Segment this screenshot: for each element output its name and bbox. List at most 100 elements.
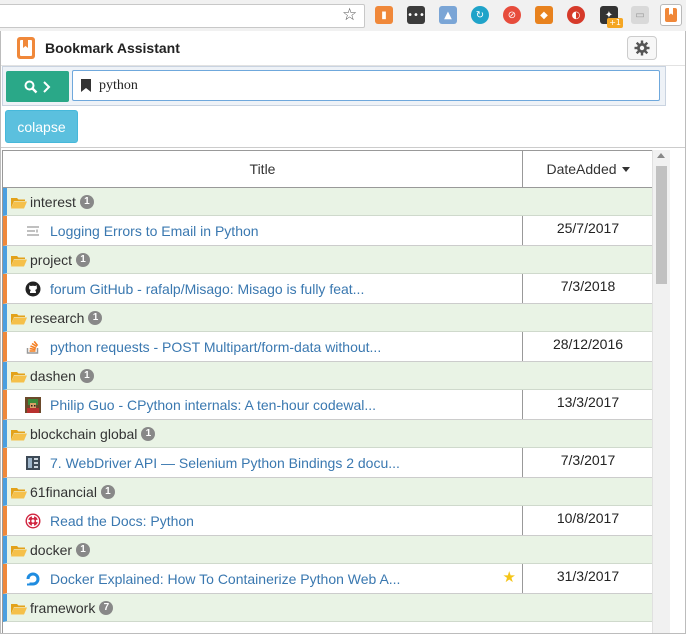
bookmark-assistant-active-icon[interactable] [660,4,682,26]
table-header: Title DateAdded [3,150,653,188]
folder-count-badge: 1 [141,426,156,441]
folder-count-badge: 1 [79,368,94,383]
bookmark-title-cell: 7. WebDriver API — Selenium Python Bindi… [7,448,523,477]
bookmark-date: 28/12/2016 [552,336,624,352]
bookmark-link[interactable]: forum GitHub - rafalp/Misago: Misago is … [50,281,364,297]
bookmark-date: 13/3/2017 [556,394,620,410]
folder-open-icon [11,486,27,498]
folder-name: dashen [30,367,76,384]
bookmark-link[interactable]: python requests - POST Multipart/form-da… [50,339,381,355]
folder-row[interactable]: dashen 1 [3,362,653,390]
bookmark-date: 7/3/2017 [560,452,616,468]
speed-extension-icon[interactable]: ◐ [567,6,585,24]
bookmark-title-cell: Logging Errors to Email in Python [7,216,523,245]
cloud-extension-icon[interactable]: ▲ [439,6,457,24]
bookmark-date: 31/3/2017 [556,568,620,584]
bookmark-star-icon[interactable]: ☆ [342,5,357,25]
star-icon[interactable]: ★ [503,568,516,586]
bookmark-row[interactable]: python requests - POST Multipart/form-da… [3,332,653,362]
folder-count-badge: 1 [76,252,91,267]
sync-extension-icon[interactable]: ↻ [471,6,489,24]
bookmark-assistant-popup: Bookmark Assistant colapse [0,31,686,634]
gear-icon [634,40,650,56]
chevron-right-icon [42,80,50,93]
folder-row[interactable]: project 1 [3,246,653,274]
bookmark-table: Title DateAdded interest 1 Logging Errors … [2,150,653,633]
stackoverflow-icon [25,339,41,355]
folder-row[interactable]: 61financial 1 [3,478,653,506]
search-field[interactable] [72,70,660,101]
bookmark-date: 7/3/2018 [560,278,616,294]
bookmark-row[interactable]: forum GitHub - rafalp/Misago: Misago is … [3,274,653,304]
date-column-header[interactable]: DateAdded [523,151,653,187]
folder-name: docker [30,541,73,558]
folder-open-icon [11,602,27,614]
folder-row[interactable]: docker 1 [3,536,653,564]
popup-header: Bookmark Assistant [1,31,685,66]
bookmark-title-cell: forum GitHub - rafalp/Misago: Misago is … [7,274,523,303]
folder-name: research [30,309,85,326]
folder-name: project [30,251,73,268]
address-bar[interactable] [0,4,365,28]
scrollbar[interactable] [652,150,670,633]
folder-name: interest [30,193,76,210]
browser-toolbar: ☆ ▮ ••• ▲ ↻ ⊘ ◆ ◐ ✦ +1 ▭ [0,0,686,32]
bookmark-row[interactable]: Docker Explained: How To Containerize Py… [3,564,653,594]
scrollbar-thumb[interactable] [656,166,667,284]
folder-open-icon [11,312,27,324]
folder-count-badge: 1 [79,194,94,209]
fox-extension-icon[interactable]: ◆ [535,6,553,24]
folder-row[interactable]: interest 1 [3,188,653,216]
divider [1,147,685,148]
folder-count-badge: 1 [100,484,115,499]
app-title: Bookmark Assistant [45,40,180,56]
puzzle-extension-icon[interactable]: ✦ +1 [600,6,623,28]
bookmark-date: 10/8/2017 [556,510,620,526]
folder-row[interactable]: research 1 [3,304,653,332]
bookmark-row[interactable]: Read the Docs: Python 10/8/2017 [3,506,653,536]
blocker-extension-icon[interactable]: ⊘ [503,6,521,24]
search-icon [24,80,37,93]
folder-name: blockchain global [30,425,138,442]
folder-count-badge: 7 [99,600,114,615]
scroll-up-arrow-icon[interactable] [657,153,665,158]
bookmark-extension-icon[interactable]: ▮ [375,6,393,24]
title-header-label: Title [249,161,276,177]
sort-caret-icon [621,166,630,172]
folder-name: 61financial [30,483,97,500]
bookmark-title-cell: Read the Docs: Python [7,506,523,535]
folder-open-icon [11,254,27,266]
collapse-button[interactable]: colapse [5,110,78,143]
bookmark-link[interactable]: 7. WebDriver API — Selenium Python Bindi… [50,455,400,471]
folder-name: framework [30,599,96,616]
search-bar [2,66,666,106]
search-input[interactable] [97,77,641,95]
title-column-header[interactable]: Title [3,151,523,187]
folder-open-icon [11,370,27,382]
folder-count-badge: 1 [88,310,103,325]
folder-row[interactable]: framework 7 [3,594,653,622]
folder-count-badge: 1 [76,542,91,557]
bookmark-link[interactable]: Docker Explained: How To Containerize Py… [50,571,400,587]
bookmark-row[interactable]: 7. WebDriver API — Selenium Python Bindi… [3,448,653,478]
settings-button[interactable] [627,36,657,60]
bookmark-logo-icon [17,37,35,59]
bookmark-title-cell: Docker Explained: How To Containerize Py… [7,564,523,593]
bookmark-link[interactable]: Philip Guo - CPython internals: A ten-ho… [50,397,376,413]
bookmark-link[interactable]: Read the Docs: Python [50,513,194,529]
window-extension-icon[interactable]: ▭ [631,6,649,24]
folder-row[interactable]: blockchain global 1 [3,420,653,448]
bookmark-link[interactable]: Logging Errors to Email in Python [50,223,259,239]
bookmark-icon [81,79,91,92]
digitalocean-icon [25,571,41,587]
readthedocs-icon [25,513,41,529]
search-button[interactable] [6,71,69,102]
folder-open-icon [11,196,27,208]
bookmark-title-cell: python requests - POST Multipart/form-da… [7,332,523,361]
date-header-label: DateAdded [546,161,617,177]
folder-open-icon [11,428,27,440]
table-body: interest 1 Logging Errors to Email in Pyth… [3,188,653,622]
dots-extension-icon[interactable]: ••• [407,6,425,24]
bookmark-row[interactable]: Philip Guo - CPython internals: A ten-ho… [3,390,653,420]
bookmark-row[interactable]: Logging Errors to Email in Python 25/7/20… [3,216,653,246]
